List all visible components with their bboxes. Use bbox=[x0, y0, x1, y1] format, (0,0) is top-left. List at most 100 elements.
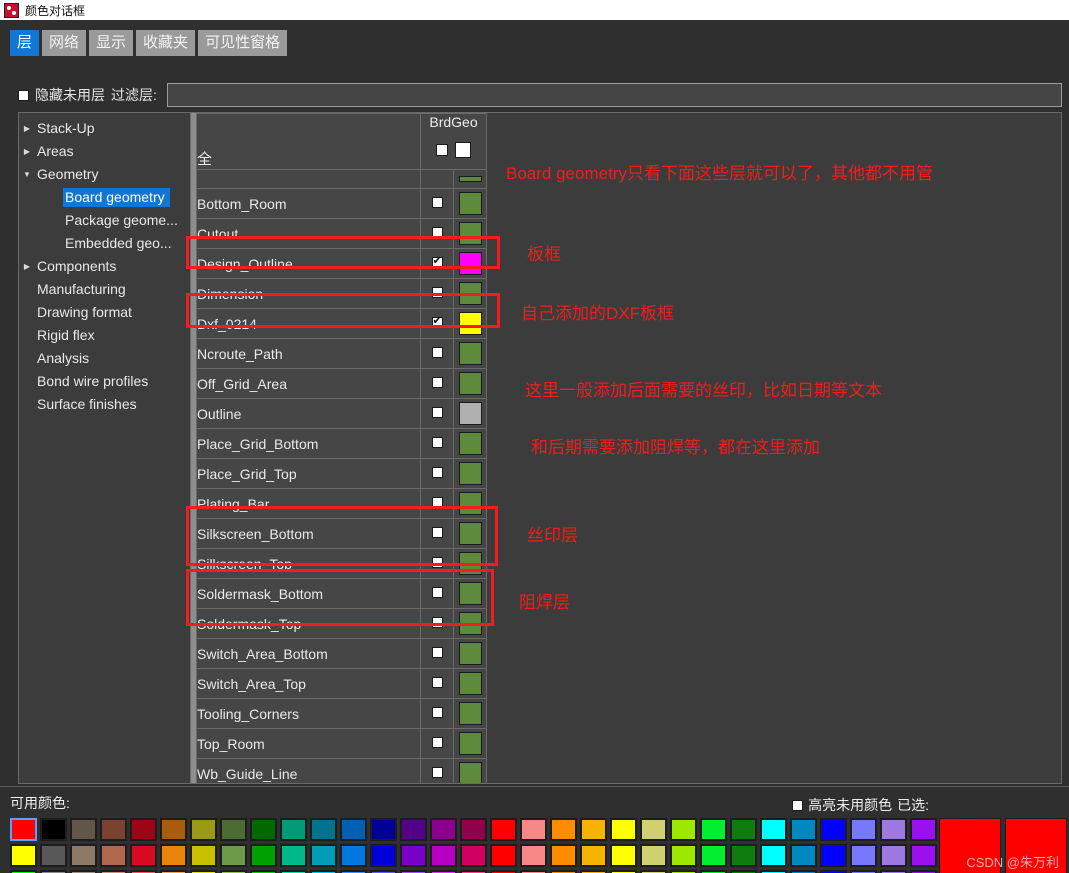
table-row[interactable]: Ncroute_Path bbox=[196, 338, 487, 369]
layer-visible-checkbox[interactable] bbox=[431, 676, 443, 688]
layer-visible-checkbox[interactable] bbox=[431, 466, 443, 478]
tree-item-areas[interactable]: ▶ Areas bbox=[19, 140, 190, 163]
layer-color-cell[interactable] bbox=[453, 728, 487, 759]
palette-color-swatch[interactable] bbox=[40, 818, 67, 841]
layer-color-swatch[interactable] bbox=[458, 492, 482, 515]
layer-color-cell[interactable] bbox=[453, 578, 487, 609]
layer-color-swatch[interactable] bbox=[458, 252, 482, 275]
table-row[interactable]: Wb_Guide_Line bbox=[196, 758, 487, 783]
layer-visible-cell[interactable] bbox=[420, 188, 454, 219]
tab-3[interactable]: 收藏夹 bbox=[136, 30, 196, 56]
palette-color-swatch[interactable] bbox=[400, 844, 427, 867]
layer-color-swatch[interactable] bbox=[458, 732, 482, 755]
palette-color-swatch[interactable] bbox=[250, 818, 277, 841]
palette-color-swatch[interactable] bbox=[220, 844, 247, 867]
layer-visible-cell[interactable] bbox=[420, 668, 454, 699]
layer-color-swatch[interactable] bbox=[458, 312, 482, 335]
tree-item-manufacturing[interactable]: Manufacturing bbox=[19, 278, 190, 301]
layer-color-swatch[interactable] bbox=[458, 192, 482, 215]
table-row[interactable]: Top_Room bbox=[196, 728, 487, 759]
palette-color-swatch[interactable] bbox=[850, 818, 877, 841]
table-row[interactable]: Dxf_0214 bbox=[196, 308, 487, 339]
layer-visible-checkbox[interactable] bbox=[431, 616, 443, 628]
tree-item-surface-finishes[interactable]: Surface finishes bbox=[19, 393, 190, 416]
layer-color-swatch[interactable] bbox=[458, 702, 482, 725]
palette-color-swatch[interactable] bbox=[670, 818, 697, 841]
layer-visible-checkbox[interactable] bbox=[431, 196, 443, 208]
layer-visible-checkbox[interactable] bbox=[431, 526, 443, 538]
palette-color-swatch[interactable] bbox=[190, 818, 217, 841]
palette-color-swatch[interactable] bbox=[10, 844, 37, 867]
layer-color-cell[interactable] bbox=[453, 668, 487, 699]
chevron-right-icon[interactable]: ▶ bbox=[19, 147, 35, 156]
chevron-right-icon[interactable]: ▶ bbox=[19, 262, 35, 271]
layer-color-swatch[interactable] bbox=[458, 582, 482, 605]
palette-color-swatch[interactable] bbox=[910, 844, 937, 867]
table-row[interactable]: Cutout bbox=[196, 218, 487, 249]
layer-visible-cell[interactable] bbox=[420, 458, 454, 489]
palette-color-swatch[interactable] bbox=[190, 844, 217, 867]
tree-item-analysis[interactable]: Analysis bbox=[19, 347, 190, 370]
tree-item-embedded-geo[interactable]: Embedded geo... bbox=[19, 232, 190, 255]
layer-visible-checkbox[interactable] bbox=[431, 406, 443, 418]
layer-visible-cell[interactable] bbox=[420, 308, 454, 339]
layer-color-cell[interactable] bbox=[453, 458, 487, 489]
table-row[interactable]: Tooling_Corners bbox=[196, 698, 487, 729]
layer-visible-cell[interactable] bbox=[420, 758, 454, 783]
tree-item-bond-wire-profiles[interactable]: Bond wire profiles bbox=[19, 370, 190, 393]
palette-color-swatch[interactable] bbox=[820, 818, 847, 841]
highlight-unused-colors-checkbox[interactable] bbox=[792, 799, 804, 811]
palette-color-swatch[interactable] bbox=[700, 844, 727, 867]
table-row[interactable]: Soldermask_Bottom bbox=[196, 578, 487, 609]
palette-color-swatch[interactable] bbox=[670, 844, 697, 867]
layer-visible-checkbox[interactable] bbox=[431, 315, 443, 328]
table-row[interactable]: Outline bbox=[196, 398, 487, 429]
layer-color-cell[interactable] bbox=[453, 398, 487, 429]
layer-visible-checkbox[interactable] bbox=[431, 736, 443, 748]
layer-visible-checkbox[interactable] bbox=[431, 496, 443, 508]
palette-color-swatch[interactable] bbox=[130, 818, 157, 841]
palette-color-swatch[interactable] bbox=[880, 844, 907, 867]
layer-visible-cell[interactable] bbox=[420, 698, 454, 729]
palette-color-swatch[interactable] bbox=[700, 818, 727, 841]
table-row[interactable]: Design_Outline bbox=[196, 248, 487, 279]
tree-item-board-geometry[interactable]: Board geometry bbox=[19, 186, 190, 209]
layer-visible-cell[interactable] bbox=[420, 608, 454, 639]
tab-0[interactable]: 层 bbox=[10, 30, 40, 56]
palette-color-swatch[interactable] bbox=[160, 844, 187, 867]
palette-color-swatch[interactable] bbox=[370, 818, 397, 841]
table-row[interactable]: Switch_Area_Top bbox=[196, 668, 487, 699]
layer-color-cell[interactable] bbox=[453, 638, 487, 669]
chevron-down-icon[interactable]: ▼ bbox=[19, 170, 35, 179]
palette-color-swatch[interactable] bbox=[610, 844, 637, 867]
layer-color-cell[interactable] bbox=[453, 368, 487, 399]
table-row[interactable]: Soldermask_Top bbox=[196, 608, 487, 639]
chevron-right-icon[interactable]: ▶ bbox=[19, 124, 35, 133]
palette-color-swatch[interactable] bbox=[550, 844, 577, 867]
palette-color-swatch[interactable] bbox=[760, 818, 787, 841]
layer-visible-cell[interactable] bbox=[420, 398, 454, 429]
palette-color-swatch[interactable] bbox=[250, 844, 277, 867]
layer-visible-checkbox[interactable] bbox=[431, 646, 443, 658]
palette-color-swatch[interactable] bbox=[100, 844, 127, 867]
brdgeo-all-color-swatch[interactable] bbox=[455, 142, 471, 158]
layer-color-swatch[interactable] bbox=[458, 522, 482, 545]
layer-visible-cell[interactable] bbox=[420, 169, 454, 189]
palette-color-swatch[interactable] bbox=[790, 818, 817, 841]
palette-color-swatch[interactable] bbox=[820, 844, 847, 867]
layer-visible-checkbox[interactable] bbox=[431, 376, 443, 388]
layer-color-cell[interactable] bbox=[453, 169, 487, 189]
layer-visible-checkbox[interactable] bbox=[431, 586, 443, 598]
palette-color-swatch[interactable] bbox=[310, 818, 337, 841]
table-row[interactable]: Off_Grid_Area bbox=[196, 368, 487, 399]
layer-color-swatch[interactable] bbox=[458, 372, 482, 395]
palette-color-swatch[interactable] bbox=[910, 818, 937, 841]
palette-color-swatch[interactable] bbox=[340, 818, 367, 841]
layer-color-swatch[interactable] bbox=[458, 762, 482, 783]
palette-color-swatch[interactable] bbox=[850, 844, 877, 867]
layer-color-swatch[interactable] bbox=[458, 222, 482, 245]
palette-color-swatch[interactable] bbox=[310, 844, 337, 867]
hide-unused-layers-checkbox[interactable] bbox=[18, 89, 29, 101]
layer-visible-checkbox[interactable] bbox=[431, 346, 443, 358]
tree-item-stack-up[interactable]: ▶ Stack-Up bbox=[19, 117, 190, 140]
